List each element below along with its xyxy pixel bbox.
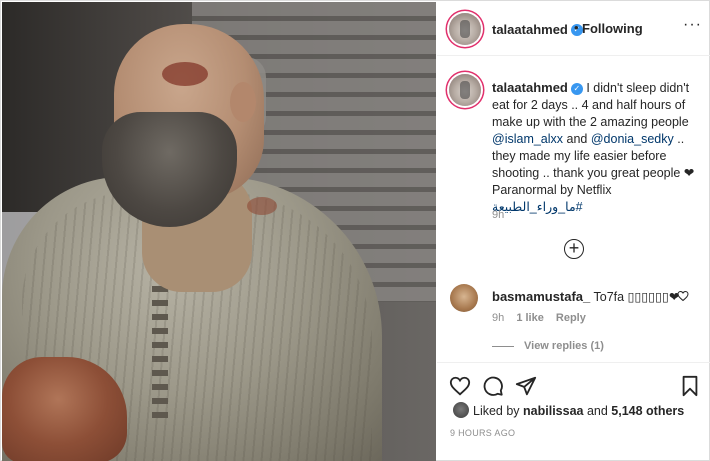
heart-icon[interactable] — [449, 375, 471, 397]
others-likes-link[interactable]: 5,148 others — [611, 404, 684, 418]
comment-item: basmamustafa_ To7fa ▯▯▯▯▯▯❤ 9h 1 like Re… — [437, 272, 710, 367]
reply-button[interactable]: Reply — [556, 312, 586, 324]
hashtag-link[interactable]: #ما_وراء_الطبيعة — [492, 200, 583, 214]
verified-badge-icon: ✓ — [570, 82, 583, 95]
comment-text: To7fa ▯▯▯▯▯▯❤ — [593, 290, 680, 304]
comment-likes[interactable]: 1 like — [516, 312, 544, 324]
commenter-username[interactable]: basmamustafa_ — [492, 289, 590, 304]
following-button[interactable]: Following — [582, 21, 643, 36]
post-side-panel: talaatahmed ✓ • Following ··· talaatahmed… — [437, 2, 710, 461]
author-username[interactable]: talaatahmed — [492, 22, 568, 37]
caption-author-avatar[interactable] — [449, 74, 481, 106]
caption-text: talaatahmed ✓ I didn't sleep didn't eat f… — [492, 80, 695, 214]
author-avatar[interactable] — [449, 13, 481, 45]
commenter-avatar[interactable] — [450, 284, 478, 312]
caption-username[interactable]: talaatahmed — [492, 80, 568, 95]
comment-icon[interactable] — [482, 375, 504, 397]
post-modal: talaatahmed ✓ • Following ··· talaatahmed… — [0, 0, 710, 461]
mention-link[interactable]: @donia_sedky — [591, 132, 674, 146]
caption-section: talaatahmed ✓ I didn't sleep didn't eat f… — [437, 57, 710, 269]
post-header: talaatahmed ✓ • Following ··· — [437, 2, 710, 56]
action-bar — [437, 362, 710, 404]
mention-link[interactable]: @islam_alxx — [492, 132, 563, 146]
comment-like-heart-icon[interactable] — [677, 290, 689, 302]
share-icon[interactable] — [515, 375, 537, 397]
more-options-icon[interactable]: ··· — [683, 16, 702, 34]
liker-username[interactable]: nabilissaa — [523, 404, 583, 418]
likes-summary: Liked by nabilissaa and 5,148 others — [437, 400, 710, 424]
separator-dot: • — [574, 20, 579, 35]
bookmark-icon[interactable] — [679, 375, 701, 397]
liker-avatar[interactable] — [453, 402, 469, 418]
load-more-comments-icon[interactable]: + — [564, 239, 584, 259]
comment-time: 9h — [492, 312, 505, 324]
view-replies-button[interactable]: View replies (1) — [492, 340, 604, 352]
caption-time: 9h — [492, 209, 505, 221]
post-timestamp[interactable]: 9 HOURS AGO — [450, 428, 515, 438]
post-photo[interactable] — [2, 2, 436, 461]
